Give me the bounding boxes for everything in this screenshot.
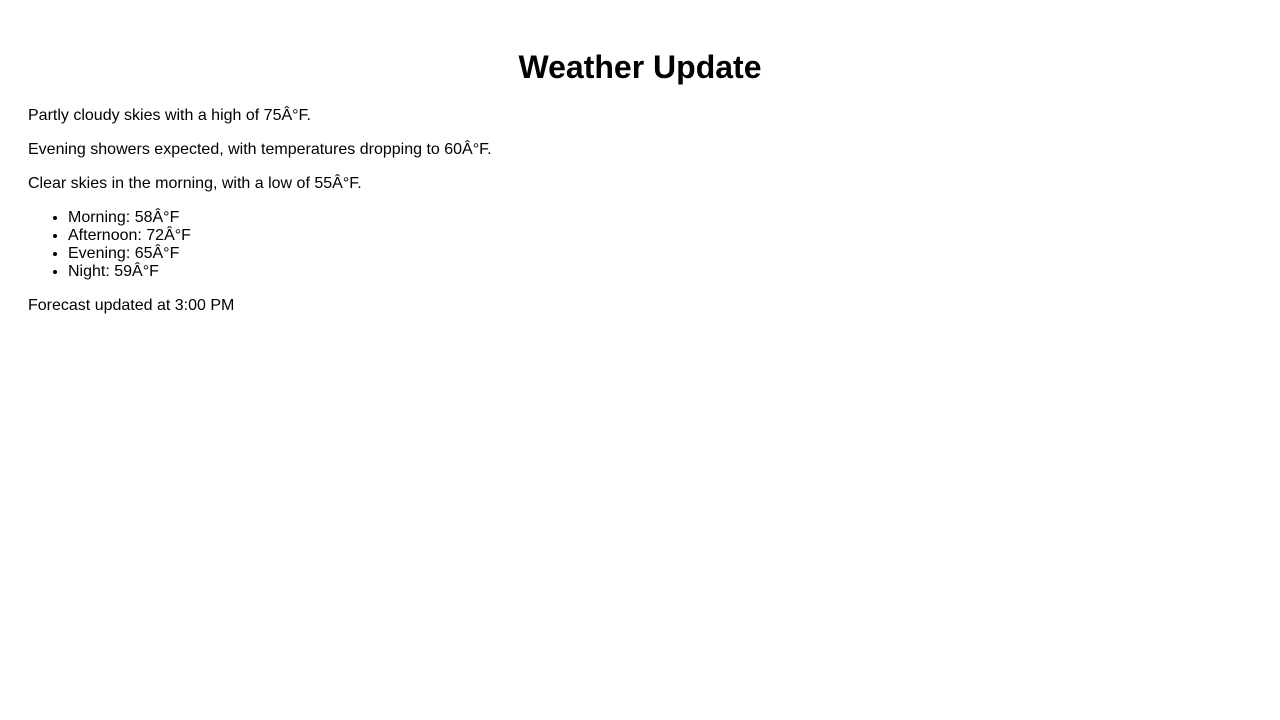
weather-content: Partly cloudy skies with a high of 75Â°F…: [28, 107, 1252, 331]
forecast-updated-note: Forecast updated at 3:00 PM: [28, 297, 235, 314]
summary-paragraph-3: Clear skies in the morning, with a low o…: [28, 175, 362, 192]
forecast-list: Morning: 58Â°F Afternoon: 72Â°F Evening:…: [28, 209, 1252, 281]
summary-paragraph-2: Evening showers expected, with temperatu…: [28, 141, 492, 158]
summary-paragraph-1: Partly cloudy skies with a high of 75Â°F…: [28, 107, 311, 124]
forecast-item-afternoon: Afternoon: 72Â°F: [68, 227, 1252, 245]
weather-page: Weather Update Partly cloudy skies with …: [0, 0, 1280, 720]
forecast-item-night: Night: 59Â°F: [68, 263, 1252, 281]
forecast-item-evening: Evening: 65Â°F: [68, 245, 1252, 263]
page-title: Weather Update: [518, 49, 762, 85]
forecast-item-morning: Morning: 58Â°F: [68, 209, 1252, 227]
